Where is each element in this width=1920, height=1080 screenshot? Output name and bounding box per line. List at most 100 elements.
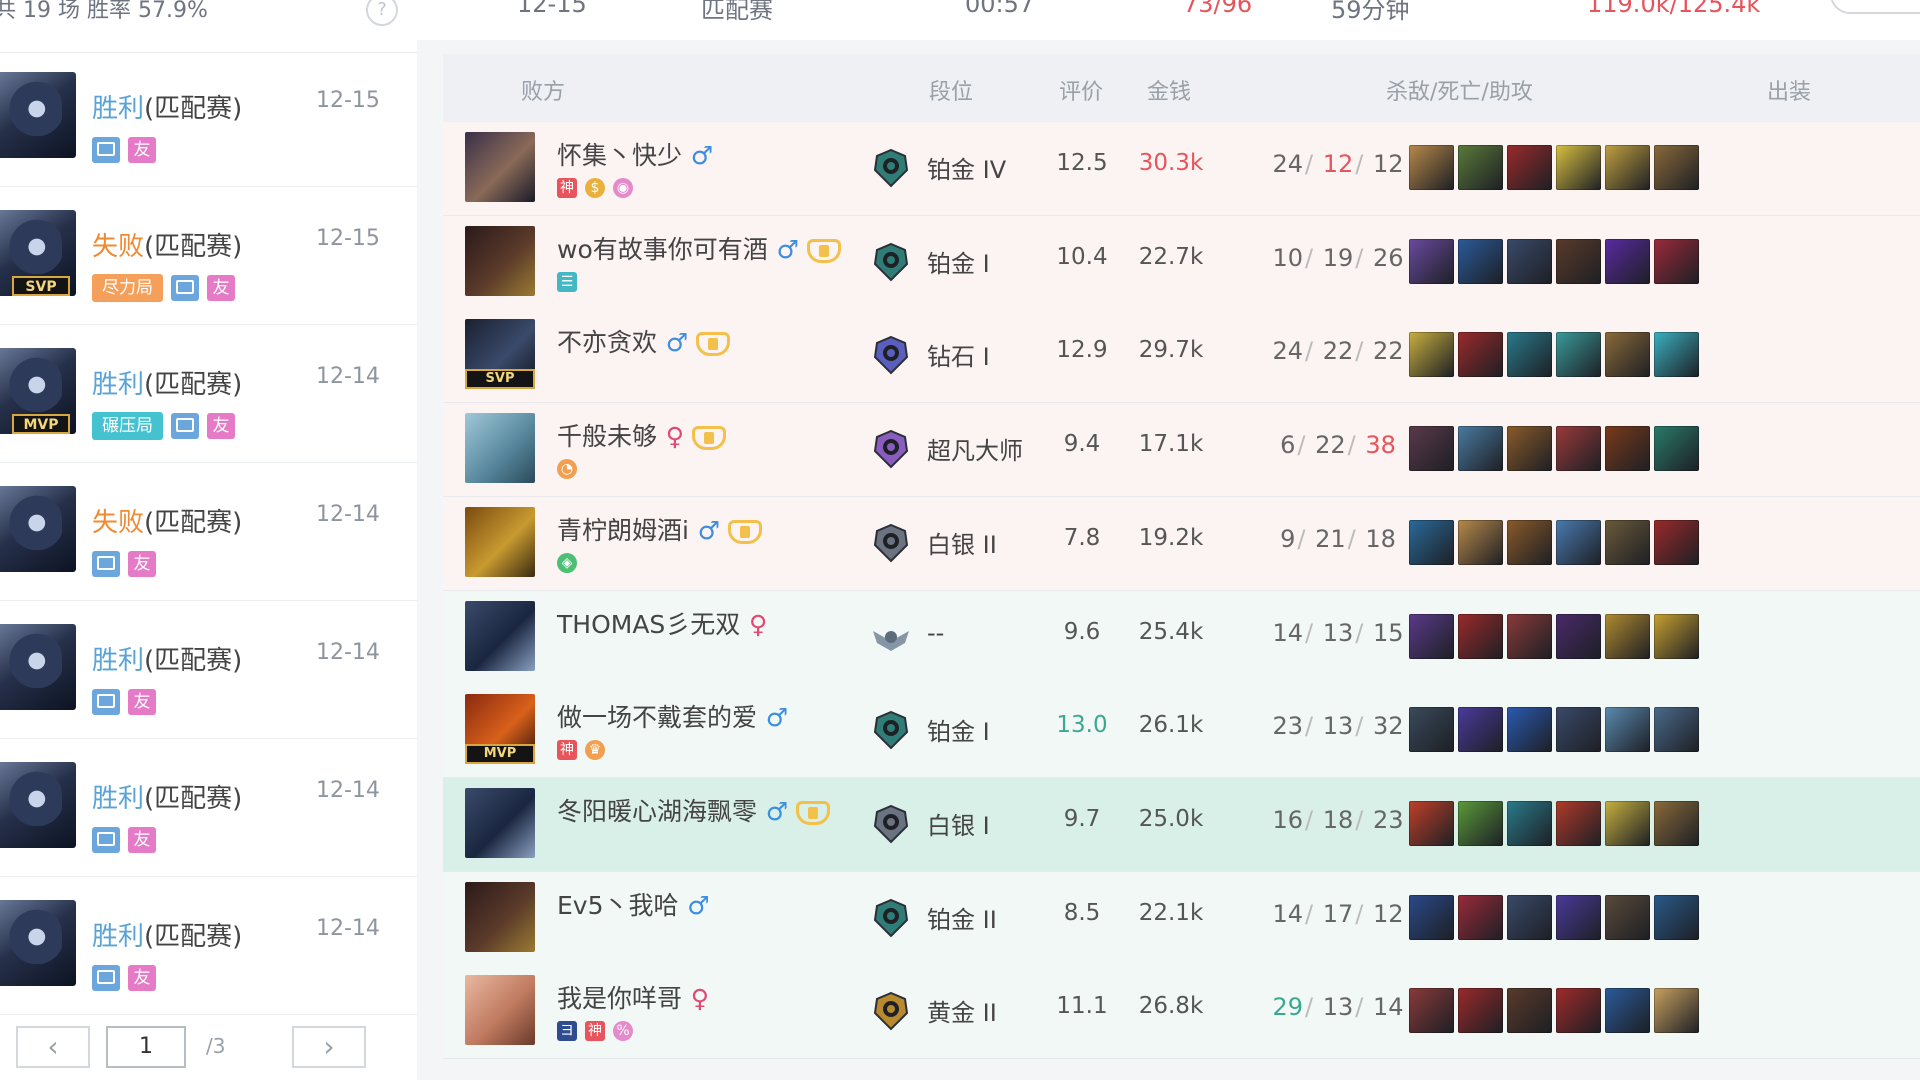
item-icon[interactable] (1654, 426, 1699, 472)
item-icon[interactable] (1556, 332, 1601, 378)
item-icon[interactable] (1556, 800, 1601, 846)
item-icon[interactable] (1507, 707, 1552, 753)
item-icon[interactable] (1458, 613, 1503, 659)
player-row[interactable]: wo有故事你可有酒 ♂ ☰ 铂金 I 10.4 22.7k 10/ 19/ 26 (443, 215, 1920, 310)
item-icon[interactable] (1605, 800, 1650, 846)
item-icon[interactable] (1458, 988, 1503, 1034)
item-icon[interactable] (1605, 332, 1650, 378)
item-icon[interactable] (1409, 800, 1454, 846)
item-icon[interactable] (1409, 707, 1454, 753)
item-icon[interactable] (1458, 238, 1503, 284)
player-name-text[interactable]: 冬阳暖心湖海飘零 (557, 797, 757, 826)
item-icon[interactable] (1605, 707, 1650, 753)
player-row[interactable]: MVP 做一场不戴套的爱 ♂ 神 ♛ 铂金 I 13.0 26.1k 23/ 13/ 32 (443, 684, 1920, 779)
item-icon[interactable] (1556, 988, 1601, 1034)
match-list-item[interactable]: 胜利(匹配赛) 12-15 友 (0, 52, 417, 187)
item-icon[interactable] (1458, 332, 1503, 378)
player-row[interactable]: 千般未够 ♀ ◔ 超凡大师 9.4 17.1k 6/ 22/ 38 (443, 403, 1920, 498)
player-name-text[interactable]: 不亦贪欢 (557, 328, 657, 357)
item-icon[interactable] (1605, 988, 1650, 1034)
page-number-input[interactable]: 1 (106, 1026, 186, 1068)
player-name[interactable]: 怀集丶快少 ♂ (557, 136, 713, 172)
player-name[interactable]: Ev5丶我哈 ♂ (557, 886, 710, 922)
item-icon[interactable] (1556, 519, 1601, 565)
match-list-item[interactable]: 胜利(匹配赛) 12-14 友 (0, 880, 417, 1015)
item-icon[interactable] (1507, 519, 1552, 565)
item-icon[interactable] (1507, 894, 1552, 940)
item-icon[interactable] (1556, 426, 1601, 472)
player-row[interactable]: 怀集丶快少 ♂ 神 $ ◉ 铂金 IV 12.5 30.3k 24/ 12/ 12 (443, 122, 1920, 216)
player-row[interactable]: THOMAS彡无双 ♀ -- 9.6 25.4k 14/ 13/ 15 (443, 590, 1920, 685)
item-icon[interactable] (1409, 332, 1454, 378)
match-list-item[interactable]: SVP 失败(匹配赛) 12-15 尽力局 友 (0, 190, 417, 325)
item-icon[interactable] (1556, 613, 1601, 659)
item-icon[interactable] (1458, 800, 1503, 846)
item-icon[interactable] (1507, 613, 1552, 659)
item-icon[interactable] (1654, 613, 1699, 659)
player-name-text[interactable]: 千般未够 (557, 422, 657, 451)
item-icon[interactable] (1605, 894, 1650, 940)
item-icon[interactable] (1507, 145, 1552, 190)
player-name-text[interactable]: 做一场不戴套的爱 (557, 703, 757, 732)
next-page-button[interactable]: › (292, 1026, 366, 1068)
item-icon[interactable] (1409, 894, 1454, 940)
player-name-text[interactable]: 我是你咩哥 (557, 984, 682, 1013)
item-icon[interactable] (1458, 426, 1503, 472)
item-icon[interactable] (1409, 426, 1454, 472)
player-name-text[interactable]: Ev5丶我哈 (557, 891, 679, 920)
player-name[interactable]: wo有故事你可有酒 ♂ (557, 230, 841, 266)
item-icon[interactable] (1507, 332, 1552, 378)
item-icon[interactable] (1654, 894, 1699, 940)
match-list-item[interactable]: MVP 胜利(匹配赛) 12-14 碾压局 友 (0, 328, 417, 463)
player-name-text[interactable]: 青柠朗姆酒i (557, 516, 689, 545)
item-icon[interactable] (1458, 707, 1503, 753)
player-row[interactable]: 青柠朗姆酒i ♂ ◈ 白银 II 7.8 19.2k 9/ 21/ 18 (443, 496, 1920, 591)
item-icon[interactable] (1409, 145, 1454, 190)
item-icon[interactable] (1654, 988, 1699, 1034)
item-icon[interactable] (1654, 800, 1699, 846)
match-list-item[interactable]: 失败(匹配赛) 12-14 友 (0, 466, 417, 601)
item-icon[interactable] (1507, 238, 1552, 284)
item-icon[interactable] (1556, 707, 1601, 753)
item-icon[interactable] (1605, 613, 1650, 659)
player-name-text[interactable]: THOMAS彡无双 (557, 610, 740, 639)
help-icon[interactable]: ? (366, 0, 398, 26)
item-icon[interactable] (1605, 238, 1650, 284)
item-icon[interactable] (1556, 238, 1601, 284)
player-row[interactable]: SVP 不亦贪欢 ♂ 钻石 I 12.9 29.7k 24/ 22/ 22 (443, 309, 1920, 404)
item-icon[interactable] (1605, 145, 1650, 190)
item-icon[interactable] (1654, 519, 1699, 565)
item-icon[interactable] (1605, 519, 1650, 565)
player-name[interactable]: 冬阳暖心湖海飘零 ♂ (557, 792, 831, 828)
player-name[interactable]: 不亦贪欢 ♂ (557, 323, 731, 359)
item-icon[interactable] (1409, 238, 1454, 284)
player-name-text[interactable]: wo有故事你可有酒 (557, 235, 768, 264)
item-icon[interactable] (1556, 894, 1601, 940)
item-icon[interactable] (1458, 894, 1503, 940)
player-name[interactable]: 我是你咩哥 ♀ (557, 979, 709, 1015)
player-name[interactable]: 做一场不戴套的爱 ♂ (557, 698, 788, 734)
toggle-pill[interactable] (1830, 0, 1920, 14)
item-icon[interactable] (1654, 145, 1699, 190)
match-list-item[interactable]: 胜利(匹配赛) 12-14 友 (0, 742, 417, 877)
player-row[interactable]: 冬阳暖心湖海飘零 ♂ 白银 I 9.7 25.0k 16/ 18/ 23 (443, 777, 1920, 872)
item-icon[interactable] (1654, 238, 1699, 284)
player-name-text[interactable]: 怀集丶快少 (557, 141, 682, 170)
item-icon[interactable] (1654, 332, 1699, 378)
item-icon[interactable] (1507, 800, 1552, 846)
item-icon[interactable] (1507, 988, 1552, 1034)
match-list-item[interactable]: 胜利(匹配赛) 12-14 友 (0, 604, 417, 739)
player-name[interactable]: 千般未够 ♀ (557, 417, 727, 453)
prev-page-button[interactable]: ‹ (16, 1026, 90, 1068)
item-icon[interactable] (1409, 988, 1454, 1034)
item-icon[interactable] (1458, 519, 1503, 565)
item-icon[interactable] (1507, 426, 1552, 472)
item-icon[interactable] (1605, 426, 1650, 472)
item-icon[interactable] (1556, 145, 1601, 190)
player-name[interactable]: THOMAS彡无双 ♀ (557, 605, 767, 641)
player-row[interactable]: 我是你咩哥 ♀ ヨ神% 黄金 II 11.1 26.8k 29/ 13/ 14 (443, 965, 1920, 1060)
item-icon[interactable] (1409, 613, 1454, 659)
item-icon[interactable] (1409, 519, 1454, 565)
player-name[interactable]: 青柠朗姆酒i ♂ (557, 511, 763, 547)
item-icon[interactable] (1458, 145, 1503, 190)
